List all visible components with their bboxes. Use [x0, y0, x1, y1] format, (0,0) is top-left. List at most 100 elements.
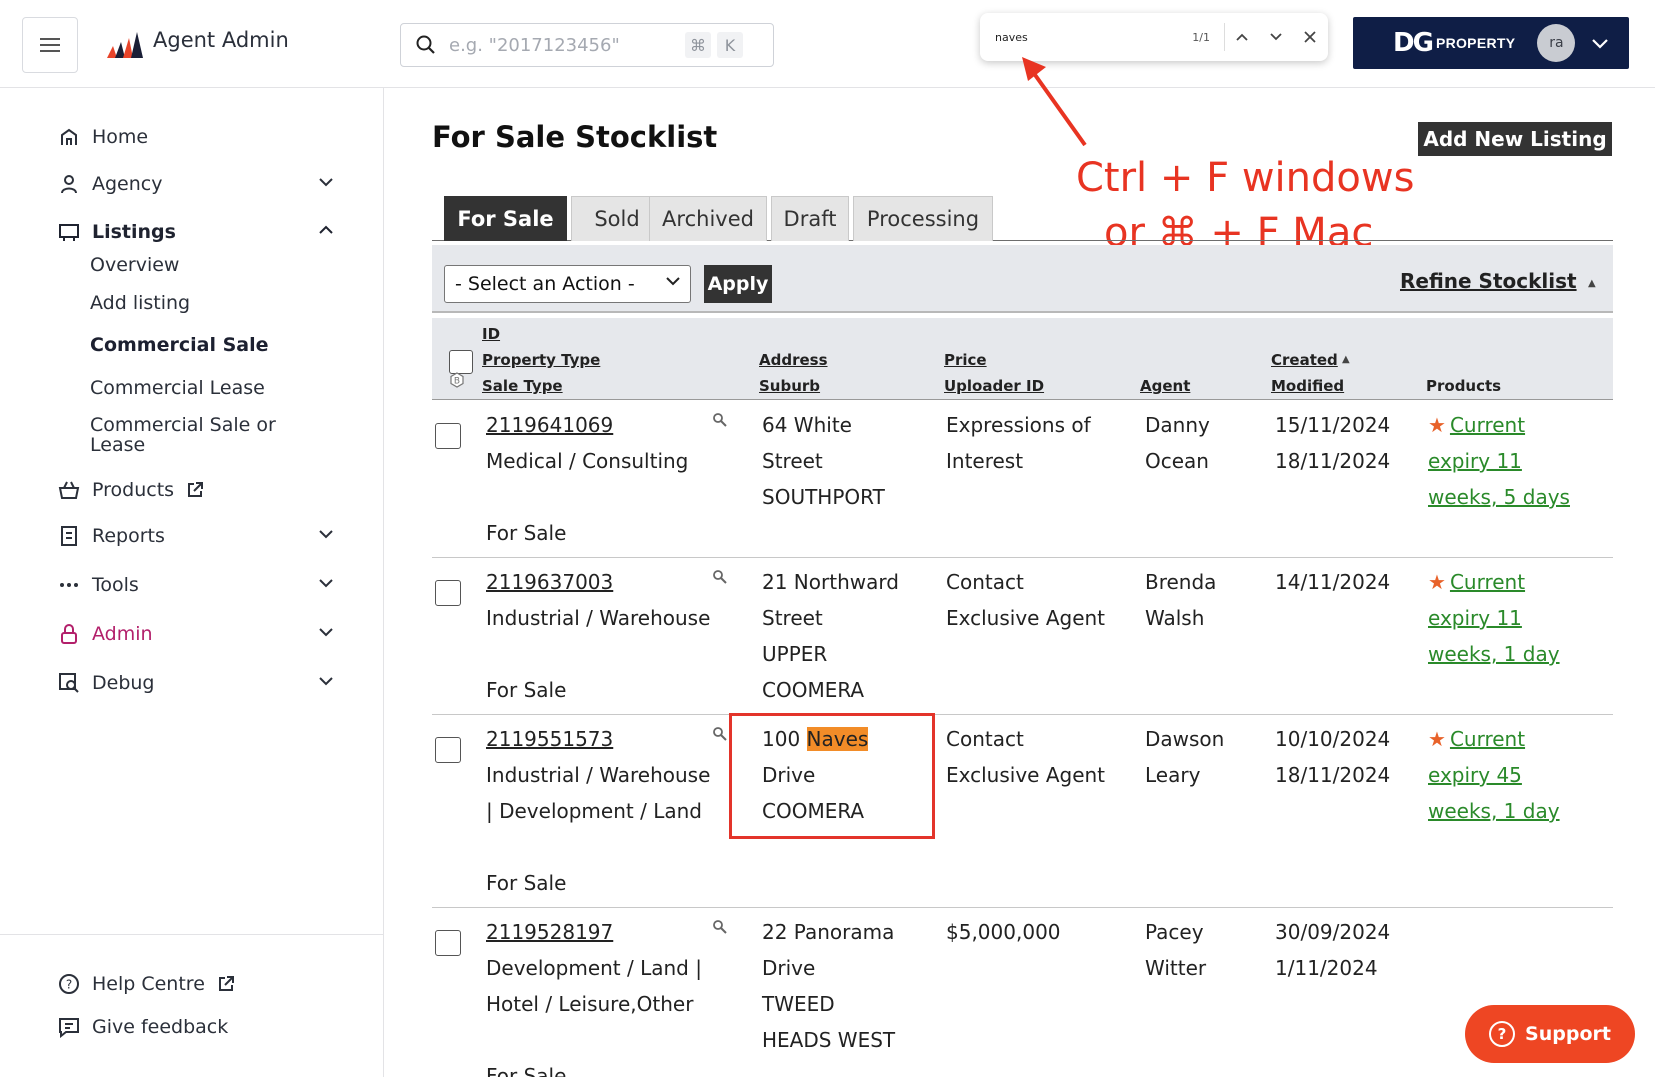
- avatar: ra: [1537, 24, 1576, 62]
- sidebar-give-feedback-link[interactable]: Give feedback: [56, 1014, 228, 1040]
- address-line: Drive: [762, 956, 816, 980]
- sidebar-item-tools[interactable]: Tools: [56, 572, 346, 598]
- row-checkbox[interactable]: [435, 580, 461, 606]
- sidebar-item-debug[interactable]: Debug: [56, 670, 346, 696]
- product-status-link[interactable]: Current: [1450, 727, 1525, 751]
- listing-id-link[interactable]: 2119551573: [486, 721, 613, 757]
- column-price[interactable]: Price: [944, 351, 987, 369]
- product-status[interactable]: ★ Current expiry 11 weeks, 5 days: [1428, 407, 1608, 515]
- sidebar-item-reports[interactable]: Reports: [56, 523, 346, 549]
- column-address[interactable]: Address: [759, 351, 828, 369]
- action-select[interactable]: - Select an Action -: [444, 265, 691, 303]
- sale-type: For Sale: [486, 521, 567, 545]
- property-type: | Development / Land: [486, 799, 702, 823]
- tab-for-sale[interactable]: For Sale: [444, 196, 567, 241]
- column-uploader-id[interactable]: Uploader ID: [944, 377, 1044, 395]
- listings-icon: [56, 219, 82, 245]
- add-new-listing-button[interactable]: Add New Listing: [1418, 122, 1612, 156]
- row-checkbox[interactable]: [435, 737, 461, 763]
- search-input[interactable]: [449, 34, 679, 56]
- column-products: Products: [1426, 377, 1502, 395]
- suburb: UPPER: [762, 642, 828, 666]
- sidebar-item-listings[interactable]: Listings: [56, 219, 346, 245]
- price: Expressions of: [946, 413, 1091, 437]
- hamburger-menu-button[interactable]: [22, 17, 78, 73]
- magnifier-icon[interactable]: [712, 726, 728, 742]
- bulk-badge-icon: B: [450, 372, 464, 388]
- chevron-down-icon: [1592, 38, 1609, 49]
- product-expiry-link[interactable]: expiry 11: [1428, 449, 1522, 473]
- column-property-type[interactable]: Property Type: [482, 351, 600, 369]
- app-title: Agent Admin: [153, 28, 289, 52]
- magnifier-icon[interactable]: [712, 569, 728, 585]
- chevron-up-icon: [319, 225, 333, 234]
- created-date: 10/10/2024: [1275, 727, 1391, 751]
- suburb: TWEED: [762, 992, 835, 1016]
- column-created[interactable]: Created: [1271, 351, 1338, 369]
- row-checkbox[interactable]: [435, 930, 461, 956]
- triangle-up-icon: ▲: [1588, 278, 1596, 289]
- column-id[interactable]: ID: [482, 325, 500, 343]
- sidebar-item-admin[interactable]: Admin: [56, 621, 346, 647]
- magnifier-icon[interactable]: [712, 412, 728, 428]
- product-expiry-link[interactable]: weeks, 1 day: [1428, 642, 1560, 666]
- product-status[interactable]: ★ Current expiry 11 weeks, 1 day: [1428, 564, 1608, 672]
- refine-stocklist-link[interactable]: Refine Stocklist: [1400, 269, 1577, 293]
- svg-text:B: B: [454, 377, 460, 387]
- magnifier-icon[interactable]: [712, 919, 728, 935]
- apply-button[interactable]: Apply: [704, 265, 772, 303]
- price: Contact: [946, 727, 1024, 751]
- product-status-link[interactable]: Current: [1450, 570, 1525, 594]
- top-bar: Agent Admin ⌘ K naves 1/1 DG PROPERTY ra: [0, 0, 1655, 88]
- listing-id-link[interactable]: 2119641069: [486, 407, 613, 443]
- suburb: COOMERA: [762, 678, 865, 702]
- find-query-input[interactable]: naves: [995, 31, 1170, 44]
- shortcut-k-key: K: [717, 32, 743, 58]
- find-next-button[interactable]: [1259, 20, 1293, 54]
- sidebar-item-label: Reports: [92, 525, 165, 547]
- row-checkbox[interactable]: [435, 423, 461, 449]
- sidebar-item-agency[interactable]: Agency: [56, 171, 346, 197]
- product-status-link[interactable]: Current: [1450, 413, 1525, 437]
- sidebar-item-products[interactable]: Products: [56, 477, 204, 503]
- star-icon: ★: [1428, 413, 1446, 437]
- sidebar-item-label: Home: [92, 126, 149, 148]
- property-type: Development / Land |: [486, 956, 702, 980]
- find-close-button[interactable]: [1293, 20, 1327, 54]
- product-expiry-link[interactable]: weeks, 1 day: [1428, 799, 1560, 823]
- product-expiry-link[interactable]: weeks, 5 days: [1428, 485, 1570, 509]
- home-icon: [56, 124, 82, 150]
- column-modified[interactable]: Modified: [1271, 377, 1344, 395]
- sidebar-help-centre-link[interactable]: ? Help Centre: [56, 971, 235, 997]
- report-icon: [56, 523, 82, 549]
- listing-id-link[interactable]: 2119637003: [486, 564, 613, 600]
- account-brand-menu[interactable]: DG PROPERTY ra: [1353, 17, 1629, 69]
- sidebar-subitem-overview[interactable]: Overview: [90, 254, 179, 276]
- column-sale-type[interactable]: Sale Type: [482, 377, 563, 395]
- sidebar-subitem-commercial-sale[interactable]: Commercial Sale: [90, 334, 268, 356]
- column-suburb[interactable]: Suburb: [759, 377, 820, 395]
- search-box[interactable]: ⌘ K: [400, 23, 774, 67]
- sidebar-item-label: Help Centre: [92, 973, 205, 995]
- product-expiry-link[interactable]: expiry 45: [1428, 763, 1522, 787]
- tab-draft[interactable]: Draft: [771, 196, 849, 241]
- sidebar-subitem-add-listing[interactable]: Add listing: [90, 292, 190, 314]
- tab-processing[interactable]: Processing: [853, 196, 993, 241]
- support-button[interactable]: ? Support: [1465, 1005, 1635, 1063]
- sidebar-item-home[interactable]: Home: [56, 124, 148, 150]
- sidebar-divider: [0, 934, 384, 935]
- sidebar-subitem-commercial-lease[interactable]: Commercial Lease: [90, 377, 265, 399]
- chevron-down-icon: [319, 178, 333, 187]
- find-previous-button[interactable]: [1225, 20, 1259, 54]
- basket-icon: [56, 477, 82, 503]
- product-expiry-link[interactable]: expiry 11: [1428, 606, 1522, 630]
- close-icon: [1304, 31, 1316, 43]
- sidebar-subitem-commercial-sale-or-lease[interactable]: Commercial Sale or Lease: [90, 415, 290, 455]
- tab-archived[interactable]: Archived: [649, 196, 767, 241]
- modified-date: 18/11/2024: [1275, 449, 1391, 473]
- listing-id-link[interactable]: 2119528197: [486, 914, 613, 950]
- property-type: Industrial / Warehouse: [486, 606, 711, 630]
- product-status[interactable]: ★ Current expiry 45 weeks, 1 day: [1428, 721, 1608, 829]
- column-agent[interactable]: Agent: [1140, 377, 1190, 395]
- select-all-checkbox[interactable]: [449, 350, 473, 374]
